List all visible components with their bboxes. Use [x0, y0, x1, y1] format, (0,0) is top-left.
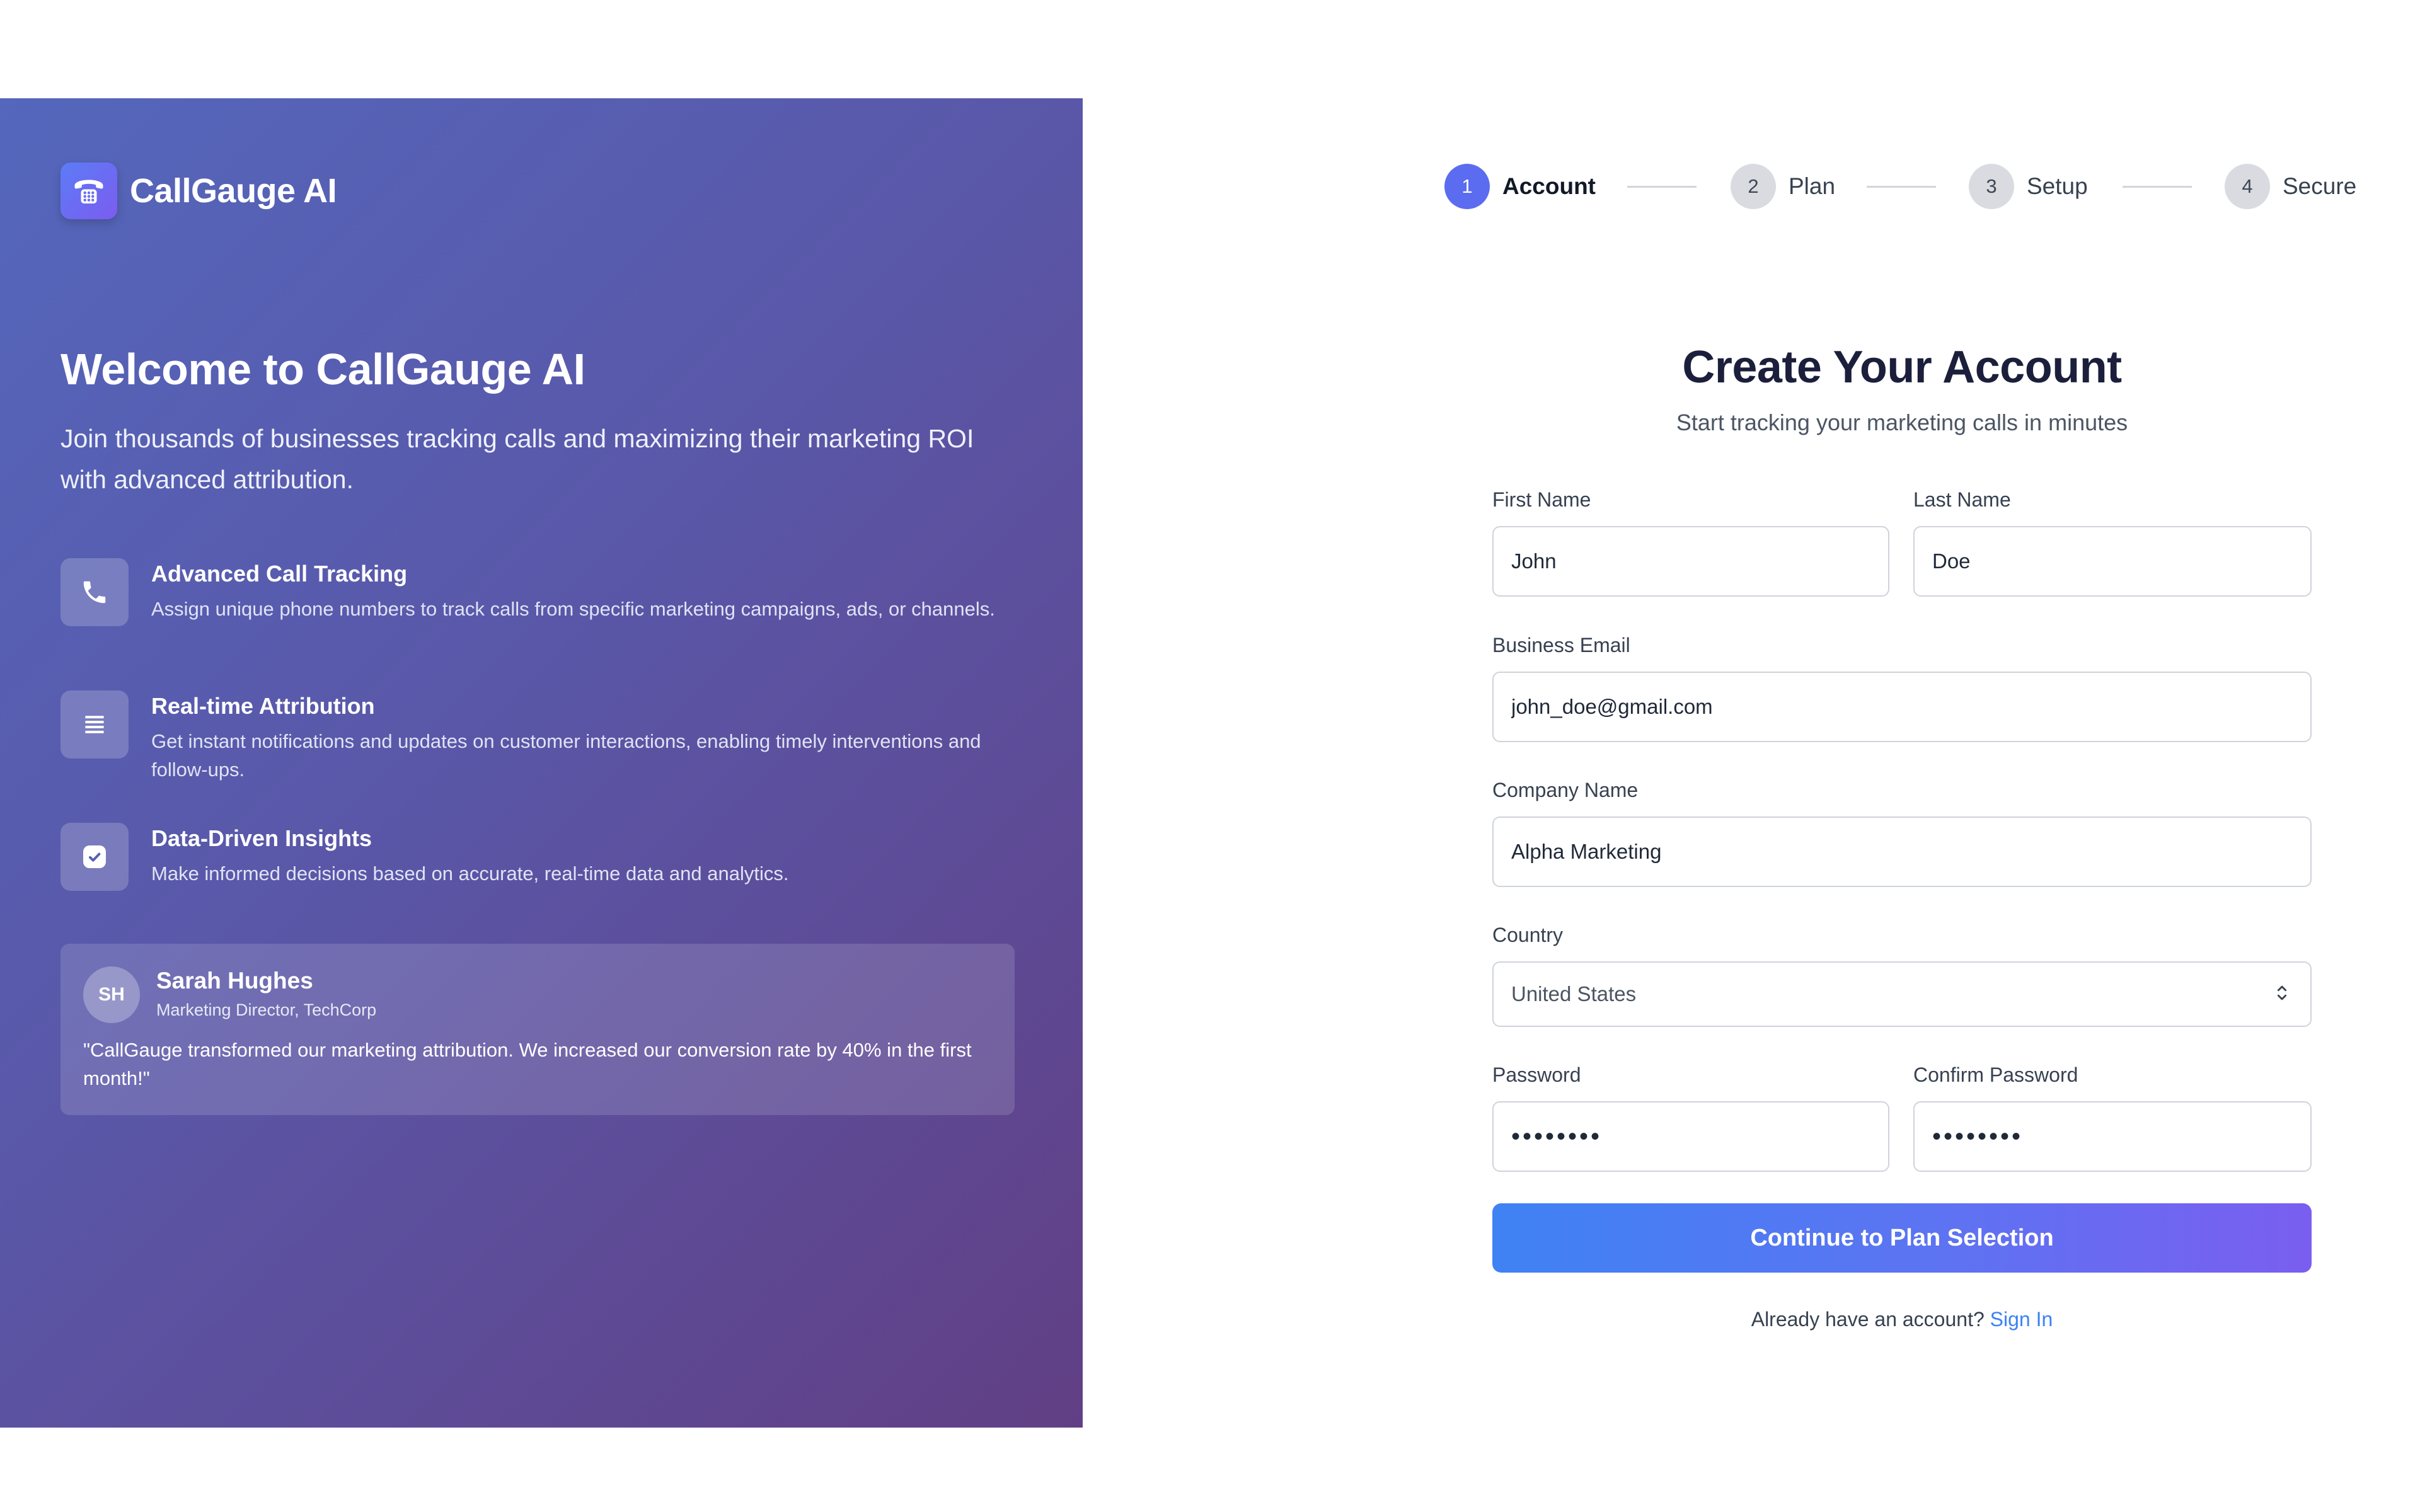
testimonial-role: Marketing Director, TechCorp: [156, 1000, 377, 1019]
step-connector: [1627, 186, 1697, 188]
last-name-label: Last Name: [1913, 488, 2011, 511]
first-name-label: First Name: [1492, 488, 1591, 511]
last-name-field[interactable]: [1913, 526, 2312, 597]
company-name-label: Company Name: [1492, 779, 1639, 801]
country-select[interactable]: United States: [1492, 961, 2312, 1027]
avatar: SH: [83, 966, 140, 1023]
confirm-password-field[interactable]: [1913, 1101, 2312, 1172]
testimonial-quote: "CallGauge transformed our marketing att…: [83, 1039, 972, 1089]
feature-item: Real-time Attribution Get instant notifi…: [60, 690, 1040, 784]
step-number: 1: [1444, 164, 1490, 209]
feature-description: Assign unique phone numbers to track cal…: [151, 598, 995, 620]
phone-icon: [60, 558, 129, 626]
feature-description: Make informed decisions based on accurat…: [151, 862, 789, 885]
email-label: Business Email: [1492, 634, 1630, 656]
feature-title: Advanced Call Tracking: [151, 561, 408, 587]
country-label: Country: [1492, 924, 1564, 946]
step-label: Secure: [2283, 173, 2357, 199]
testimonial-name: Sarah Hughes: [156, 968, 313, 994]
welcome-subtitle: Join thousands of businesses tracking ca…: [60, 424, 974, 494]
feature-title: Data-Driven Insights: [151, 825, 372, 851]
signin-prompt-text: Already have an account?: [1751, 1308, 1985, 1331]
chevron-up-down-icon: [2271, 982, 2293, 1007]
welcome-title: Welcome to CallGauge AI: [60, 345, 585, 394]
signup-stepper: 1 Account 2 Plan 3 Setup 4 Secure: [0, 163, 2420, 210]
step-label: Plan: [1789, 173, 1836, 199]
feature-title: Real-time Attribution: [151, 693, 375, 719]
password-label: Password: [1492, 1063, 1581, 1086]
signin-prompt: Already have an account? Sign In: [1492, 1308, 2312, 1331]
feature-item: Advanced Call Tracking Assign unique pho…: [60, 558, 1040, 626]
welcome-panel: CallGauge AI Welcome to CallGauge AI Joi…: [0, 98, 1083, 1428]
list-icon: [60, 690, 129, 759]
feature-description: Get instant notifications and updates on…: [151, 730, 981, 781]
testimonial-card: SH Sarah Hughes Marketing Director, Tech…: [60, 944, 1015, 1115]
step-secure[interactable]: 4 Secure: [2225, 163, 2356, 210]
step-label: Setup: [2027, 173, 2088, 199]
company-name-field[interactable]: [1492, 816, 2312, 887]
feature-item: Data-Driven Insights Make informed decis…: [60, 823, 1040, 891]
step-account[interactable]: 1 Account: [1444, 163, 1596, 210]
password-field[interactable]: [1492, 1101, 1889, 1172]
step-number: 4: [2225, 164, 2270, 209]
country-selected-value: United States: [1511, 982, 1637, 1005]
step-number: 3: [1969, 164, 2014, 209]
step-connector: [1867, 186, 1936, 188]
first-name-field[interactable]: [1492, 526, 1889, 597]
form-title: Create Your Account: [1682, 342, 2122, 392]
step-setup[interactable]: 3 Setup: [1969, 163, 2088, 210]
form-subtitle: Start tracking your marketing calls in m…: [1676, 410, 2128, 435]
sign-in-link[interactable]: Sign In: [1990, 1308, 2053, 1331]
email-field[interactable]: [1492, 672, 2312, 742]
continue-button[interactable]: Continue to Plan Selection: [1492, 1203, 2312, 1273]
step-label: Account: [1502, 173, 1596, 199]
step-number: 2: [1731, 164, 1776, 209]
step-plan[interactable]: 2 Plan: [1731, 163, 1835, 210]
step-connector: [2123, 186, 2192, 188]
confirm-password-label: Confirm Password: [1913, 1063, 2078, 1086]
gauge-icon: [60, 823, 129, 891]
